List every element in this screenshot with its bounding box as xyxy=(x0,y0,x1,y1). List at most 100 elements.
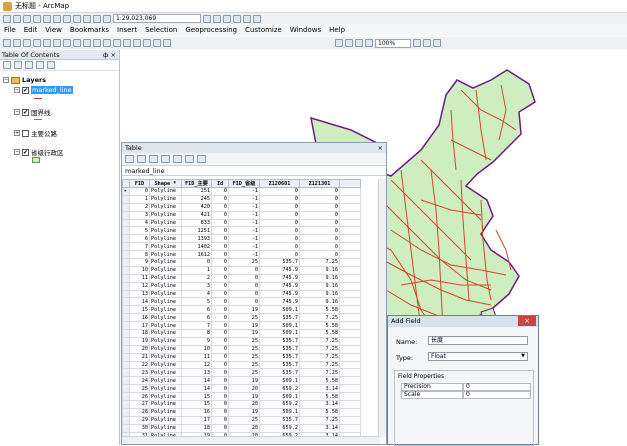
table-cell-empty[interactable] xyxy=(339,392,361,402)
column-header[interactable]: FID_省级 xyxy=(228,179,260,188)
table-cell[interactable]: 14 xyxy=(181,376,212,386)
table-cell[interactable]: 0 xyxy=(211,400,229,409)
table-cell[interactable]: 30 xyxy=(129,423,150,433)
row-selector[interactable] xyxy=(122,384,130,394)
toc-icon[interactable] xyxy=(213,14,221,23)
table-cell[interactable]: 3.14 xyxy=(299,423,340,433)
collapse-icon[interactable]: − xyxy=(14,87,20,93)
table-cell[interactable]: 0 xyxy=(211,281,229,291)
table-cell[interactable]: 4 xyxy=(181,289,212,299)
table-cell[interactable]: 12 xyxy=(181,360,212,370)
table-cell[interactable]: 5.58 xyxy=(299,329,340,338)
table-cell[interactable]: 0 xyxy=(299,242,340,252)
table-cell[interactable]: 6 xyxy=(181,313,212,323)
table-cell[interactable]: 2 xyxy=(129,202,150,212)
table-cell-empty[interactable] xyxy=(339,258,361,267)
table-cell-empty[interactable] xyxy=(339,423,361,433)
delete-selected-icon[interactable] xyxy=(197,155,206,163)
table-cell[interactable]: 0 xyxy=(129,187,150,196)
table-cell[interactable]: 8 xyxy=(181,329,212,338)
table-row[interactable]: 10 Polyline 1 0 0 745.9 9.16 xyxy=(122,265,361,275)
table-cell[interactable]: Polyline xyxy=(149,329,182,338)
horizontal-scrollbar[interactable] xyxy=(122,436,380,444)
table-cell[interactable]: 20 xyxy=(228,384,260,394)
table-cell[interactable]: 7 xyxy=(129,242,150,252)
table-cell[interactable]: 13 xyxy=(181,368,212,378)
table-cell-empty[interactable] xyxy=(339,210,361,220)
table-cell[interactable]: 10 xyxy=(129,265,150,275)
toc-pin-close[interactable]: ф × xyxy=(103,50,116,59)
column-header[interactable]: Z121301 xyxy=(299,179,340,188)
table-cell[interactable]: 9.16 xyxy=(299,281,340,291)
row-selector[interactable] xyxy=(122,313,130,323)
row-selector[interactable] xyxy=(122,305,130,315)
table-cell[interactable]: -1 xyxy=(228,250,260,260)
clear-selection-icon[interactable] xyxy=(173,155,182,163)
table-cell[interactable]: -1 xyxy=(228,218,260,228)
menu-bookmarks[interactable]: Bookmarks xyxy=(66,26,113,34)
table-cell-empty[interactable] xyxy=(339,194,361,204)
layer-visibility-checkbox[interactable]: ✔ xyxy=(22,86,29,94)
table-cell-empty[interactable] xyxy=(339,352,361,362)
table-row[interactable]: 3 Polyline 421 0 -1 0 0 xyxy=(122,210,361,220)
table-cell[interactable]: 0 xyxy=(211,194,229,204)
row-selector[interactable] xyxy=(122,321,130,331)
table-cell-empty[interactable] xyxy=(339,368,361,378)
table-cell[interactable]: -1 xyxy=(228,242,260,252)
time-slider-icon[interactable] xyxy=(163,39,171,47)
table-cell[interactable]: 0 xyxy=(259,218,300,228)
table-cell[interactable]: 0 xyxy=(211,313,229,323)
table-cell[interactable]: 0 xyxy=(211,273,229,283)
table-cell[interactable]: 0 xyxy=(299,202,340,212)
table-cell[interactable]: -1 xyxy=(228,187,260,196)
list-by-drawing-order-icon[interactable] xyxy=(3,61,11,69)
table-cell[interactable]: 19 xyxy=(228,321,260,331)
table-row[interactable]: 24 Polyline 14 0 19 509.1 5.58 xyxy=(122,376,361,386)
close-icon[interactable]: × xyxy=(378,143,383,153)
table-cell[interactable]: 18 xyxy=(129,329,150,338)
table-cell[interactable]: 14 xyxy=(181,384,212,394)
table-cell[interactable]: 7.25 xyxy=(299,344,340,354)
table-cell[interactable]: 535.7 xyxy=(259,352,300,362)
table-row[interactable]: 30 Polyline 18 0 20 659.2 3.14 xyxy=(122,423,361,433)
table-cell[interactable]: Polyline xyxy=(149,407,182,417)
table-cell[interactable]: Polyline xyxy=(149,376,182,386)
zoom-combo[interactable]: 100% xyxy=(375,38,411,48)
layer-province[interactable]: − ✔ 省级行政区 xyxy=(14,147,64,157)
table-cell[interactable]: 0 xyxy=(211,360,229,370)
row-selector[interactable] xyxy=(122,407,130,417)
table-cell[interactable]: 0 xyxy=(211,202,229,212)
table-cell[interactable]: 0 xyxy=(211,336,229,346)
table-cell[interactable]: 25 xyxy=(228,313,260,323)
table-cell[interactable]: 25 xyxy=(228,336,260,346)
table-cell[interactable]: 7.25 xyxy=(299,415,340,425)
select-by-attributes-icon[interactable] xyxy=(149,155,158,163)
table-row[interactable]: 13 Polyline 4 0 0 745.9 9.16 xyxy=(122,289,361,299)
table-options-icon[interactable] xyxy=(125,155,134,163)
collapse-icon[interactable]: − xyxy=(14,109,20,115)
table-cell[interactable]: 745.9 xyxy=(259,289,300,299)
menu-selection[interactable]: Selection xyxy=(141,26,181,34)
table-cell[interactable]: 659.2 xyxy=(259,423,300,433)
table-cell[interactable]: 0 xyxy=(211,423,229,433)
table-cell[interactable]: Polyline xyxy=(149,187,182,196)
open-icon[interactable] xyxy=(13,14,21,23)
menu-view[interactable]: View xyxy=(41,26,66,34)
table-cell[interactable]: 7.25 xyxy=(299,313,340,323)
table-cell[interactable]: Polyline xyxy=(149,415,182,425)
table-cell[interactable]: 745.9 xyxy=(259,273,300,283)
menu-edit[interactable]: Edit xyxy=(20,26,42,34)
menu-file[interactable]: File xyxy=(0,26,20,34)
table-cell[interactable]: 535.7 xyxy=(259,360,300,370)
table-cell[interactable]: 0 xyxy=(211,384,229,394)
select-elements-icon[interactable] xyxy=(103,39,111,47)
row-selector[interactable] xyxy=(122,289,130,299)
table-cell[interactable]: 19 xyxy=(228,305,260,315)
scale-input[interactable]: 0 xyxy=(463,391,531,399)
table-row[interactable]: 17 Polyline 7 0 19 509.1 5.58 xyxy=(122,321,361,331)
arctoolbox-icon[interactable] xyxy=(243,14,251,23)
table-cell[interactable]: 4 xyxy=(129,218,150,228)
table-cell[interactable]: Polyline xyxy=(149,202,182,212)
layout-tool-icon[interactable] xyxy=(345,39,353,47)
table-cell[interactable]: 12 xyxy=(129,281,150,291)
